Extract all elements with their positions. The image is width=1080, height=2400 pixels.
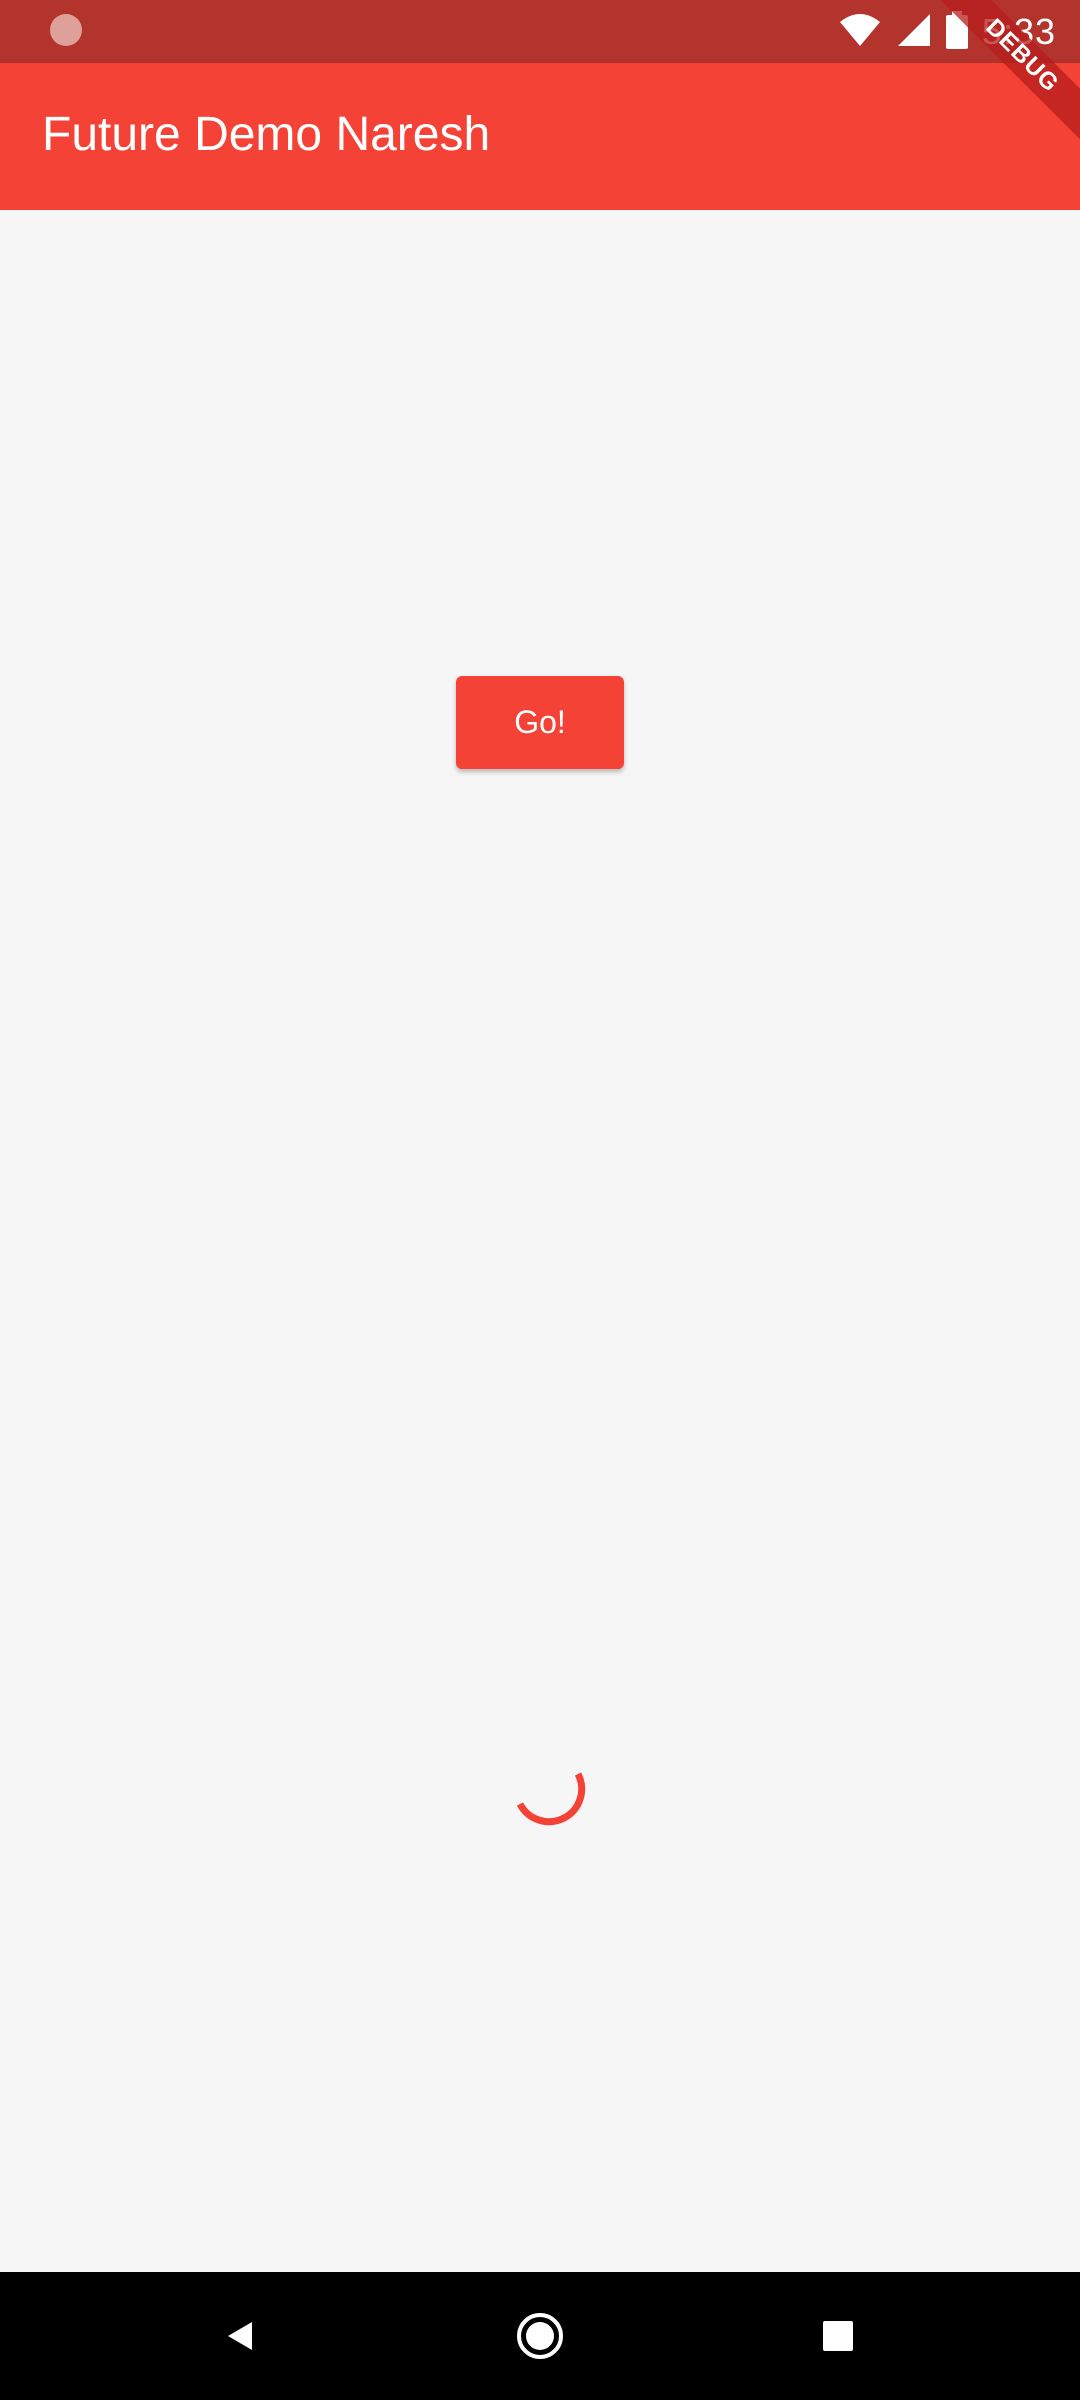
- back-icon: [228, 2322, 252, 2350]
- go-button[interactable]: Go!: [456, 676, 624, 769]
- app-bar: Future Demo Naresh: [0, 63, 1080, 210]
- recents-icon: [823, 2321, 853, 2351]
- system-nav-bar: [0, 2272, 1080, 2400]
- notification-dot-icon: [50, 14, 82, 46]
- status-bar: 5:33: [0, 0, 1080, 63]
- home-icon: [517, 2313, 563, 2359]
- loading-spinner-icon: [516, 1772, 586, 1826]
- main-content: [0, 210, 1080, 2272]
- home-button[interactable]: [502, 2298, 578, 2374]
- cell-signal-icon: [896, 12, 932, 53]
- page-title: Future Demo Naresh: [42, 108, 491, 161]
- recents-button[interactable]: [800, 2298, 876, 2374]
- wifi-icon: [838, 12, 882, 53]
- back-button[interactable]: [202, 2298, 278, 2374]
